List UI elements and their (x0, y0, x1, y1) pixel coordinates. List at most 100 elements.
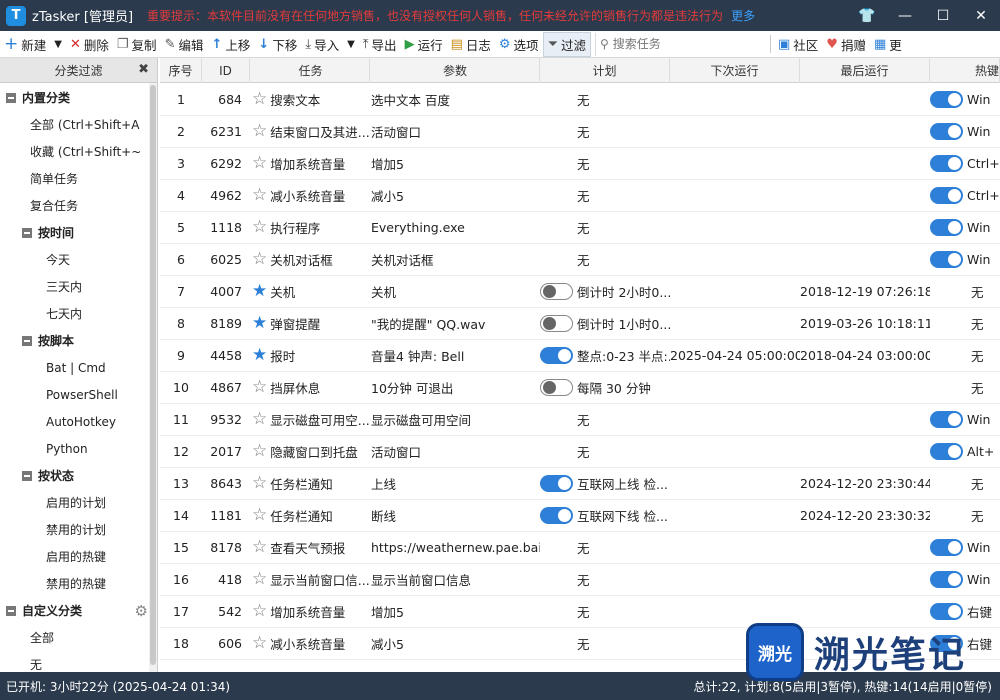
favorite-star-icon[interactable]: ☆ (252, 411, 267, 428)
favorite-star-icon[interactable]: ☆ (252, 475, 267, 492)
table-row[interactable]: 9 4458 ★ 报时 音量4 钟声: Bell 整点:0-23 半点:... 2025-0… (160, 340, 1000, 372)
enable-toggle[interactable] (930, 251, 963, 268)
table-row[interactable]: 10 4867 ☆ 挡屏休息 10分钟 可退出 每隔 30 分钟无 (160, 372, 1000, 404)
favorite-star-icon[interactable]: ☆ (252, 571, 267, 588)
filter-button[interactable]: ⏷ 过滤 (542, 31, 591, 57)
favorite-star-icon[interactable]: ☆ (252, 123, 267, 140)
enable-toggle[interactable] (540, 347, 573, 364)
copy-button[interactable]: ❐ 复制 (113, 32, 161, 57)
table-row[interactable]: 11 9532 ☆ 显示磁盘可用空... 显示磁盘可用空间 无 Win (160, 404, 1000, 436)
column-header-task[interactable]: 任务 (250, 58, 370, 83)
sidebar-item[interactable]: 简单任务 (0, 165, 150, 192)
scrollbar-thumb[interactable] (150, 85, 156, 665)
sidebar-item[interactable]: Bat | Cmd (0, 354, 150, 381)
favorite-star-icon[interactable]: ☆ (252, 507, 267, 524)
more-button[interactable]: ▦ 更 (870, 32, 906, 57)
favorite-star-icon[interactable]: ☆ (252, 187, 267, 204)
table-row[interactable]: 4 4962 ☆ 减小系统音量 减小5 无 Ctrl+ (160, 180, 1000, 212)
table-row[interactable]: 15 8178 ☆ 查看天气预报 https://weathernew.pae.bai.… (160, 532, 1000, 564)
enable-toggle[interactable] (930, 603, 963, 620)
sidebar-group[interactable]: 按时间 (0, 219, 150, 246)
table-row[interactable]: 5 1118 ☆ 执行程序 Everything.exe 无 Win (160, 212, 1000, 244)
sidebar-group[interactable]: 按脚本 (0, 327, 150, 354)
table-row[interactable]: 2 6231 ☆ 结束窗口及其进... 活动窗口 无 Win (160, 116, 1000, 148)
enable-toggle[interactable] (930, 219, 963, 236)
column-header-next-run[interactable]: 下次运行 (670, 58, 800, 83)
edit-button[interactable]: ✎ 编辑 (161, 32, 208, 57)
sidebar-group[interactable]: 自定义分类 ⚙ (0, 597, 150, 624)
run-button[interactable]: ▶ 运行 (401, 32, 447, 57)
enable-toggle[interactable] (930, 571, 963, 588)
options-button[interactable]: ⚙ 选项 (495, 32, 543, 57)
community-button[interactable]: ▣ 社区 (774, 32, 822, 57)
favorite-star-icon[interactable]: ☆ (252, 91, 267, 108)
import-button[interactable]: ⤓ 导入 (301, 32, 343, 57)
donate-button[interactable]: ♥ 捐赠 (822, 32, 870, 57)
enable-toggle[interactable] (540, 283, 573, 300)
favorite-star-icon[interactable]: ☆ (252, 603, 267, 620)
maximize-button[interactable]: ☐ (924, 0, 962, 31)
table-row[interactable]: 7 4007 ★ 关机 关机 倒计时 2小时0... 2018-12-19 07:26:18… (160, 276, 1000, 308)
enable-toggle[interactable] (930, 539, 963, 556)
favorite-star-icon[interactable]: ★ (252, 315, 267, 332)
sidebar-group[interactable]: 内置分类 (0, 84, 150, 111)
column-header-last-run[interactable]: 最后运行 (800, 58, 930, 83)
notice-more-link[interactable]: 更多 (731, 7, 755, 24)
favorite-star-icon[interactable]: ☆ (252, 379, 267, 396)
favorite-star-icon[interactable]: ☆ (252, 251, 267, 268)
close-icon[interactable]: ✖ (138, 62, 149, 77)
delete-button[interactable]: ✕ 删除 (66, 32, 113, 57)
enable-toggle[interactable] (930, 155, 963, 172)
import-dropdown-button[interactable]: ▼ (343, 32, 359, 57)
sidebar-item[interactable]: Python (0, 435, 150, 462)
enable-toggle[interactable] (540, 379, 573, 396)
favorite-star-icon[interactable]: ☆ (252, 219, 267, 236)
sidebar-group[interactable]: 按状态 (0, 462, 150, 489)
sidebar-item[interactable]: 全部 (Ctrl+Shift+A (0, 111, 150, 138)
favorite-star-icon[interactable]: ☆ (252, 155, 267, 172)
sidebar-item[interactable]: 禁用的热键 (0, 570, 150, 597)
table-row[interactable]: 13 8643 ☆ 任务栏通知 上线 互联网上线 检... 2024-12-20 23:30… (160, 468, 1000, 500)
enable-toggle[interactable] (930, 187, 963, 204)
table-row[interactable]: 12 2017 ☆ 隐藏窗口到托盘 活动窗口 无 Alt+ (160, 436, 1000, 468)
sidebar-item[interactable]: 启用的热键 (0, 543, 150, 570)
favorite-star-icon[interactable]: ☆ (252, 539, 267, 556)
sidebar-item[interactable]: AutoHotkey (0, 408, 150, 435)
enable-toggle[interactable] (540, 507, 573, 524)
sidebar-item[interactable]: PowserShell (0, 381, 150, 408)
export-button[interactable]: ⤒ 导出 (359, 32, 401, 57)
new-dropdown-button[interactable]: ▼ (50, 32, 66, 57)
sidebar-scrollbar[interactable] (149, 83, 157, 672)
sidebar-item[interactable]: 三天内 (0, 273, 150, 300)
table-row[interactable]: 6 6025 ☆ 关机对话框 关机对话框无 Win (160, 244, 1000, 276)
column-header-schedule[interactable]: 计划 (540, 58, 670, 83)
search-input[interactable] (612, 37, 743, 51)
sidebar-item[interactable]: 启用的计划 (0, 489, 150, 516)
favorite-star-icon[interactable]: ☆ (252, 635, 267, 652)
sidebar-item[interactable]: 收藏 (Ctrl+Shift+~ (0, 138, 150, 165)
enable-toggle[interactable] (930, 411, 963, 428)
table-row[interactable]: 14 1181 ☆ 任务栏通知 断线 互联网下线 检... 2024-12-20 23:30… (160, 500, 1000, 532)
sidebar-item[interactable]: 全部 (0, 624, 150, 651)
sidebar-item[interactable]: 七天内 (0, 300, 150, 327)
category-settings-gear-icon[interactable]: ⚙ (135, 602, 148, 620)
table-row[interactable]: 1 684 ☆ 搜索文本 选中文本 百度无 Win (160, 84, 1000, 116)
close-button[interactable]: ✕ (962, 0, 1000, 31)
collapse-icon[interactable] (22, 335, 32, 346)
enable-toggle[interactable] (540, 315, 573, 332)
collapse-icon[interactable] (22, 470, 32, 481)
favorite-star-icon[interactable]: ★ (252, 283, 267, 300)
table-row[interactable]: 3 6292 ☆ 增加系统音量 增加5 无 Ctrl+ (160, 148, 1000, 180)
favorite-star-icon[interactable]: ★ (252, 347, 267, 364)
minimize-button[interactable]: — (886, 0, 924, 31)
favorite-star-icon[interactable]: ☆ (252, 443, 267, 460)
collapse-icon[interactable] (6, 605, 16, 616)
collapse-icon[interactable] (6, 92, 16, 103)
enable-toggle[interactable] (930, 443, 963, 460)
enable-toggle[interactable] (930, 91, 963, 108)
column-header-param[interactable]: 参数 (370, 58, 540, 83)
enable-toggle[interactable] (930, 123, 963, 140)
new-button[interactable]: + 新建 (0, 32, 50, 57)
column-header-seq[interactable]: 序号 (160, 58, 202, 83)
enable-toggle[interactable] (540, 475, 573, 492)
